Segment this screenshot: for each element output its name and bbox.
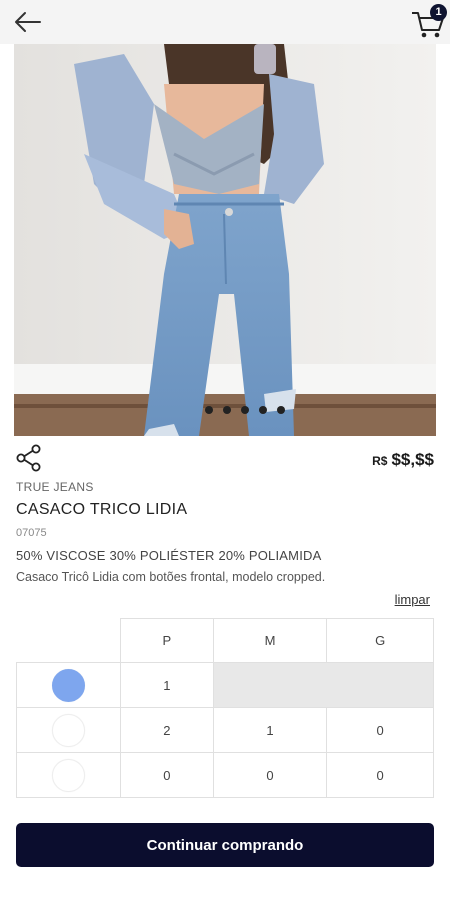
size-header-g: G bbox=[326, 618, 434, 663]
quantity-cell[interactable]: 0 bbox=[326, 752, 434, 798]
quantity-cell[interactable]: 1 bbox=[120, 662, 214, 708]
product-name: CASACO TRICO LIDIA bbox=[16, 501, 188, 518]
product-image[interactable] bbox=[14, 44, 436, 436]
color-swatch-cell[interactable] bbox=[16, 662, 121, 708]
share-icon[interactable] bbox=[16, 444, 42, 472]
color-row: 1 bbox=[16, 662, 435, 708]
continue-shopping-button[interactable]: Continuar comprando bbox=[16, 823, 434, 867]
product-sku: 07075 bbox=[16, 527, 47, 539]
product-composition: 50% VISCOSE 30% POLIÉSTER 20% POLIAMIDA bbox=[16, 548, 322, 563]
size-color-grid: P M G 1 2 1 0 0 0 0 bbox=[16, 618, 435, 798]
back-arrow-icon[interactable] bbox=[14, 10, 42, 34]
carousel-dot[interactable] bbox=[205, 406, 213, 414]
product-description: Casaco Tricô Lidia com botões frontal, m… bbox=[16, 570, 326, 584]
size-header-row: P M G bbox=[16, 618, 434, 663]
size-header-m: M bbox=[212, 618, 328, 663]
quantity-cell[interactable]: 1 bbox=[212, 707, 328, 753]
quantity-cell[interactable]: 0 bbox=[212, 752, 328, 798]
product-photo bbox=[14, 44, 436, 436]
price-value: $$,$$ bbox=[391, 450, 434, 469]
color-swatch-cell[interactable] bbox=[16, 707, 121, 753]
color-swatch-white[interactable] bbox=[52, 758, 85, 792]
grid-corner bbox=[16, 618, 121, 663]
size-header-p: P bbox=[120, 618, 214, 663]
carousel-dot[interactable] bbox=[241, 406, 249, 414]
product-price: R$ $$,$$ bbox=[372, 450, 434, 470]
carousel-dot[interactable] bbox=[277, 406, 285, 414]
quantity-cell[interactable]: 0 bbox=[120, 752, 214, 798]
quantity-cell[interactable]: 2 bbox=[120, 707, 214, 753]
top-bar: 1 bbox=[0, 0, 450, 44]
color-swatch-blue[interactable] bbox=[52, 668, 85, 702]
clear-selection-link[interactable]: limpar bbox=[395, 592, 430, 607]
carousel-dots[interactable] bbox=[14, 406, 436, 414]
color-swatch-white[interactable] bbox=[52, 713, 85, 747]
carousel-dot[interactable] bbox=[223, 406, 231, 414]
price-currency: R$ bbox=[372, 454, 388, 468]
color-row: 2 1 0 bbox=[16, 707, 434, 753]
cart-count-badge: 1 bbox=[430, 4, 447, 21]
unavailable-cell bbox=[212, 662, 435, 708]
quantity-cell[interactable]: 0 bbox=[326, 707, 434, 753]
carousel-dot[interactable] bbox=[259, 406, 267, 414]
color-row: 0 0 0 bbox=[16, 752, 434, 798]
product-brand: TRUE JEANS bbox=[16, 480, 94, 494]
color-swatch-cell[interactable] bbox=[16, 752, 121, 798]
